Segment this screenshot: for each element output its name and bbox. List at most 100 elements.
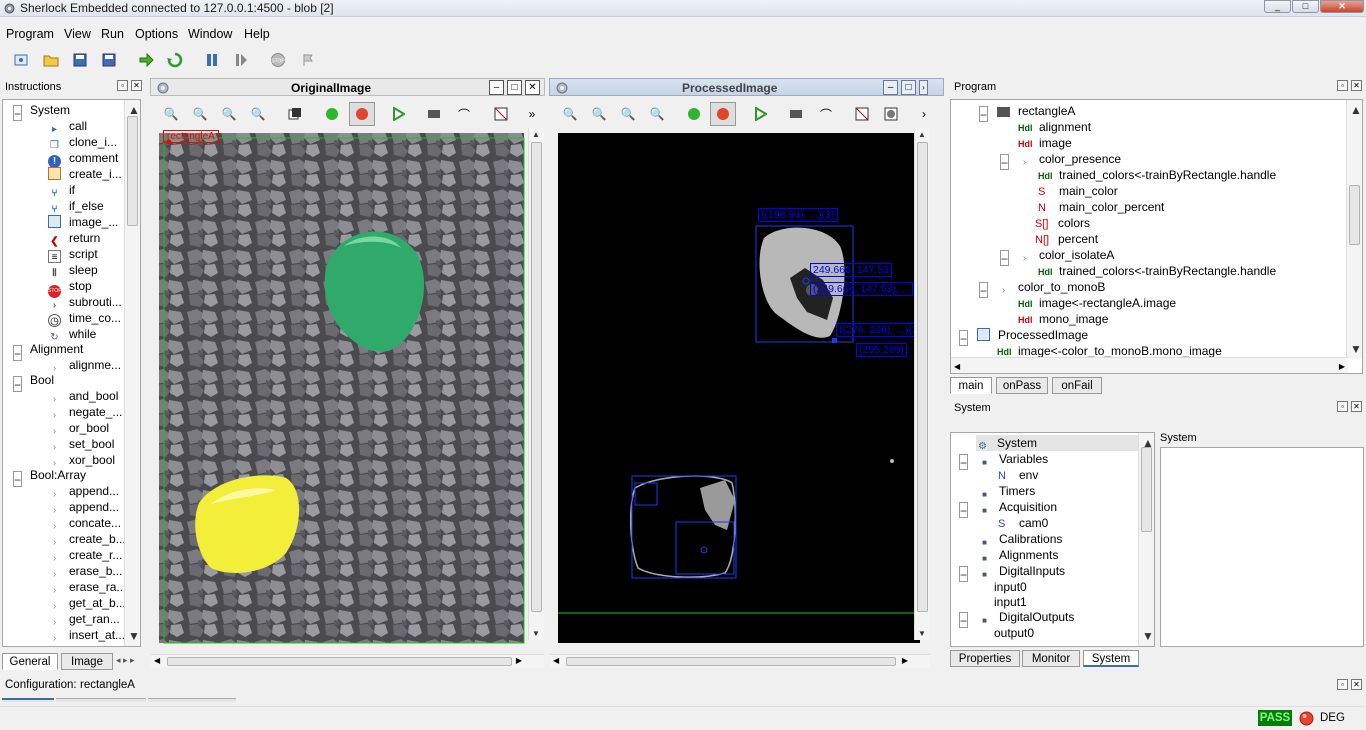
collapse-toggle[interactable]: −	[1000, 154, 1009, 170]
close-icon[interactable]: ✕	[1351, 80, 1362, 91]
zoom-actual-icon[interactable]: 🔍	[248, 104, 268, 124]
save-icon[interactable]	[70, 50, 90, 70]
zoom-fit-icon[interactable]: 🔍	[618, 104, 638, 124]
program-node-processedimage[interactable]: ProcessedImage	[977, 327, 1088, 343]
zoom-actual-icon[interactable]: 🔍	[647, 104, 667, 124]
run-continuous-icon[interactable]	[165, 50, 185, 70]
instruction-or-bool[interactable]: › or_bool	[48, 420, 109, 437]
instruction-create-r[interactable]: › create_r...	[48, 547, 123, 564]
instruction-comment[interactable]: ! comment	[48, 150, 118, 168]
group-bool-array[interactable]: Bool:Array	[30, 467, 86, 483]
live-on-icon[interactable]	[684, 104, 704, 124]
roi-circle-icon[interactable]	[881, 104, 901, 124]
group-bool[interactable]: Bool	[30, 372, 54, 388]
program-hscroll[interactable]: ◀ ▶	[951, 357, 1348, 373]
zoom-in-icon[interactable]: 🔍	[161, 104, 181, 124]
system-env[interactable]: Nenv	[998, 467, 1038, 483]
system-input0[interactable]: input0	[994, 579, 1027, 595]
rectangle-roi-icon[interactable]	[786, 104, 806, 124]
group-system[interactable]: System	[30, 102, 70, 118]
menu-program[interactable]: Program	[6, 27, 54, 41]
instruction-xor-bool[interactable]: › xor_bool	[48, 452, 115, 469]
program-node-color-isolatea[interactable]: › color_isolateA	[1018, 247, 1115, 264]
maximize-button[interactable]: □	[1292, 0, 1319, 13]
tab-monitor[interactable]: Monitor	[1022, 650, 1080, 667]
program-node-color-to-monob[interactable]: › color_to_monoB	[997, 279, 1106, 296]
instruction-append[interactable]: › append...	[48, 483, 119, 500]
collapse-toggle[interactable]: −	[959, 502, 968, 518]
collapse-toggle[interactable]: −	[959, 330, 968, 346]
original-image-view[interactable]: rectangleA ▲ ▼	[151, 128, 544, 654]
minimize-button[interactable]: –	[883, 80, 898, 95]
program-row[interactable]: N[] percent	[1035, 231, 1098, 247]
instruction-subroutine[interactable]: › subrouti...	[48, 294, 122, 311]
preferences-icon[interactable]	[11, 50, 31, 70]
program-row[interactable]: S[] colors	[1035, 215, 1090, 231]
collapse-toggle[interactable]: −	[13, 345, 22, 361]
arc-roi-icon[interactable]: ⌒	[816, 104, 836, 124]
display-mode-icon[interactable]	[285, 104, 305, 124]
system-digital-inputs[interactable]: ■ DigitalInputs	[978, 563, 1065, 579]
float-icon[interactable]: ▫	[117, 80, 128, 91]
close-button[interactable]: ✕	[1320, 0, 1364, 13]
minimize-button[interactable]: _	[1264, 0, 1291, 13]
tab-properties[interactable]: Properties	[950, 650, 1020, 667]
instruction-if[interactable]: ⑂ if	[48, 182, 76, 199]
save-as-icon[interactable]	[99, 50, 119, 70]
step-icon[interactable]	[231, 50, 251, 70]
roi-label[interactable]: rectangleA	[163, 130, 219, 143]
instruction-create-image[interactable]: create_i...	[48, 166, 122, 182]
instruction-set-bool[interactable]: › set_bool	[48, 436, 115, 453]
instruction-append[interactable]: › append...	[48, 499, 119, 516]
live-off-icon[interactable]	[710, 102, 736, 126]
more-tools-icon[interactable]: »	[522, 104, 542, 124]
stop-icon[interactable]: STOP	[268, 50, 288, 70]
close-button[interactable]: ✕	[525, 80, 540, 95]
instruction-while[interactable]: ↻ while	[48, 326, 96, 343]
tab-main[interactable]: main	[950, 377, 992, 394]
instruction-stop[interactable]: STOP stop	[48, 278, 92, 298]
tab-onfail[interactable]: onFail	[1052, 377, 1102, 394]
system-alignments[interactable]: ■ Alignments	[978, 547, 1058, 563]
zoom-out-icon[interactable]: 🔍	[190, 104, 210, 124]
processed-image-view[interactable]: ((198,94), ...)(3) 249.666, 147.53 (249.…	[550, 128, 930, 654]
system-cam0[interactable]: Scam0	[998, 515, 1048, 531]
instruction-get-range[interactable]: › get_ran...	[48, 611, 120, 628]
system-output0[interactable]: output0	[994, 625, 1034, 641]
instruction-erase-range[interactable]: › erase_ra...	[48, 579, 127, 596]
zoom-out-icon[interactable]: 🔍	[589, 104, 609, 124]
close-icon[interactable]: ✕	[1351, 679, 1362, 690]
system-digital-outputs[interactable]: ■ DigitalOutputs	[978, 609, 1074, 625]
program-row[interactable]: Hdl image<-rectangleA.image	[1018, 295, 1176, 311]
instruction-negate[interactable]: › negate_...	[48, 404, 123, 421]
processed-image-hscroll[interactable]: ◀ ▶	[550, 654, 930, 668]
program-row[interactable]: Hdl mono_image	[1018, 311, 1108, 327]
collapse-toggle[interactable]: −	[13, 105, 22, 121]
instruction-image[interactable]: image_...	[48, 214, 118, 230]
instruction-create-b[interactable]: › create_b...	[48, 531, 126, 548]
group-alignment[interactable]: Alignment	[30, 341, 83, 357]
instruction-alignment[interactable]: › alignme...	[48, 357, 121, 374]
roi-select-icon[interactable]	[852, 104, 872, 124]
arc-roi-icon[interactable]: ⌒	[454, 104, 474, 124]
collapse-toggle[interactable]: −	[1000, 250, 1009, 266]
play-icon[interactable]	[750, 104, 770, 124]
menu-options[interactable]: Options	[135, 27, 178, 41]
live-off-icon[interactable]	[349, 102, 375, 126]
close-icon[interactable]: ✕	[1351, 401, 1362, 412]
system-vscroll[interactable]: ▲ ▼	[1138, 433, 1154, 646]
processed-image-vscroll[interactable]: ▲ ▼	[914, 128, 930, 640]
collapse-toggle[interactable]: −	[959, 612, 968, 628]
float-icon[interactable]: ▫	[1337, 679, 1348, 690]
close-icon[interactable]: ✕	[131, 80, 142, 91]
pause-icon[interactable]	[202, 50, 222, 70]
program-node-rectanglea[interactable]: rectangleA	[997, 103, 1075, 119]
instruction-and-bool[interactable]: › and_bool	[48, 388, 119, 405]
maximize-button[interactable]: □	[507, 80, 522, 95]
instruction-if-else[interactable]: ⑂ if_else	[48, 198, 104, 215]
instruction-return[interactable]: ❮ return	[48, 230, 100, 247]
instruction-clone[interactable]: ❐ clone_i...	[48, 134, 117, 151]
original-image-vscroll[interactable]: ▲ ▼	[528, 128, 544, 640]
menu-run[interactable]: Run	[101, 27, 124, 41]
system-input1[interactable]: input1	[994, 594, 1027, 610]
